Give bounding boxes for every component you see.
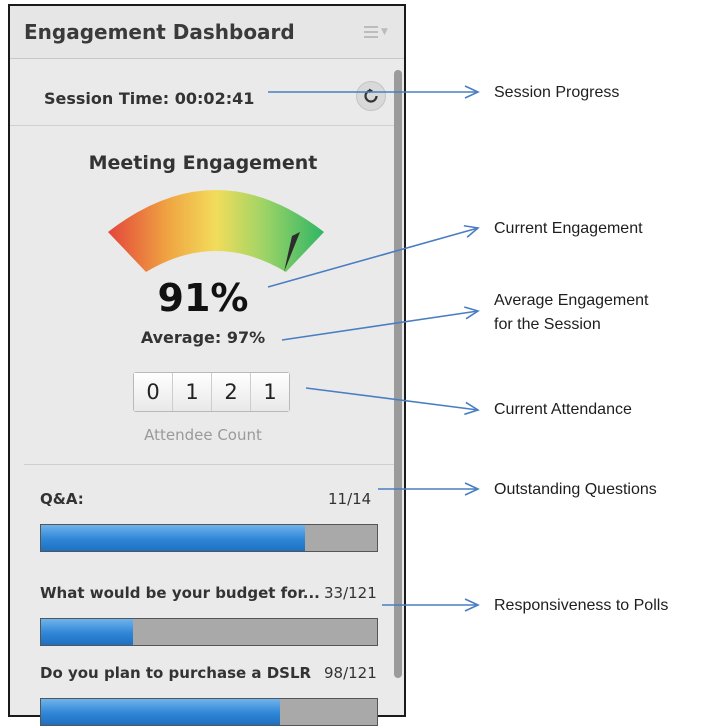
annotation-responsiveness-polls: Responsiveness to Polls (494, 597, 669, 614)
annotation-average-engagement-line2: for the Session (494, 316, 601, 333)
annotation-session-progress: Session Progress (494, 84, 620, 101)
arrow-average-engagement (281, 306, 480, 341)
annotation-outstanding-questions: Outstanding Questions (494, 481, 657, 498)
arrow-current-engagement (267, 224, 480, 288)
annotation-current-engagement: Current Engagement (494, 220, 643, 237)
annotation-current-attendance: Current Attendance (494, 401, 632, 418)
annotation-average-engagement-line1: Average Engagement (494, 292, 649, 309)
arrow-current-attendance (305, 387, 480, 416)
